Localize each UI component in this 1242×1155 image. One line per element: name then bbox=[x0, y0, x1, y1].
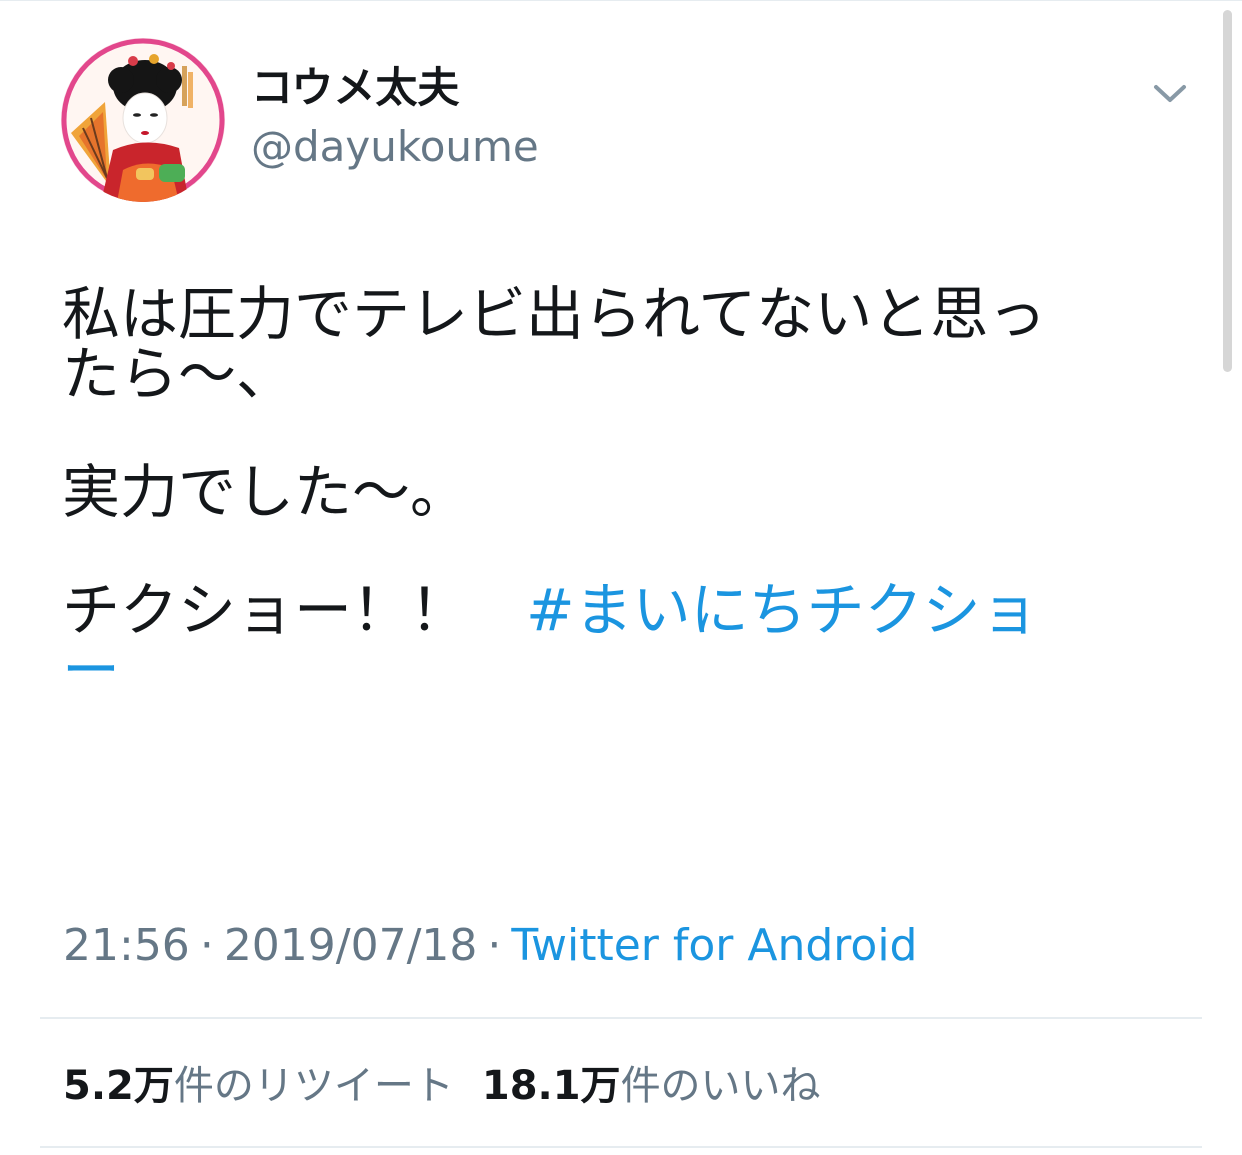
line-spacer bbox=[62, 404, 1172, 462]
scrollbar[interactable] bbox=[1223, 10, 1232, 372]
retweets-stat[interactable]: 5.2万件のリツイート bbox=[63, 1063, 454, 1109]
hashtag-link-continued[interactable]: ー bbox=[62, 636, 120, 704]
meta-separator: · bbox=[199, 920, 214, 971]
display-name[interactable]: コウメ太夫 bbox=[251, 58, 459, 118]
avatar[interactable] bbox=[61, 38, 225, 202]
tweet-text-segment: チクショー！！ bbox=[62, 576, 527, 644]
tweet-text-line: 私は圧力でテレビ出られてないと思っ bbox=[62, 280, 1047, 348]
retweets-count: 5.2万 bbox=[63, 1063, 174, 1109]
tweet-source-link[interactable]: Twitter for Android bbox=[511, 920, 917, 971]
tweet-text-line: チクショー！！ #まいにちチクショ bbox=[62, 580, 1172, 640]
user-handle[interactable]: @dayukoume bbox=[251, 117, 539, 177]
line-spacer bbox=[62, 522, 1172, 580]
divider bbox=[40, 1017, 1202, 1019]
tweet-text-line: 実力でした〜。 bbox=[62, 458, 469, 526]
retweets-label: 件のリツイート bbox=[173, 1063, 454, 1109]
hashtag-link[interactable]: #まいにちチクショ bbox=[526, 576, 1039, 644]
divider bbox=[40, 1146, 1202, 1148]
tweet-detail-page: コウメ太夫 @dayukoume 私は圧力でテレビ出られてないと思っ たら〜、 … bbox=[0, 0, 1242, 1155]
avatar-image bbox=[61, 38, 225, 202]
meta-separator: · bbox=[487, 920, 502, 971]
tweet-stats: 5.2万件のリツイート 18.1万件のいいね bbox=[63, 1058, 821, 1114]
likes-stat[interactable]: 18.1万件のいいね bbox=[482, 1063, 821, 1109]
tweet-time: 21:56 bbox=[63, 920, 190, 971]
tweet-text-line: ー bbox=[62, 640, 1172, 700]
chevron-down-icon bbox=[1154, 85, 1186, 102]
tweet-meta: 21:56 · 2019/07/18 · Twitter for Android bbox=[63, 918, 917, 974]
top-divider bbox=[0, 0, 1242, 1]
tweet-body: 私は圧力でテレビ出られてないと思っ たら〜、 実力でした〜。 チクショー！！ #… bbox=[62, 284, 1172, 700]
tweet-text-line: たら〜、 bbox=[62, 340, 295, 408]
tweet-date: 2019/07/18 bbox=[223, 920, 478, 971]
likes-count: 18.1万 bbox=[481, 1063, 621, 1109]
likes-label: 件のいいね bbox=[620, 1063, 821, 1109]
more-options-button[interactable] bbox=[1150, 78, 1190, 108]
